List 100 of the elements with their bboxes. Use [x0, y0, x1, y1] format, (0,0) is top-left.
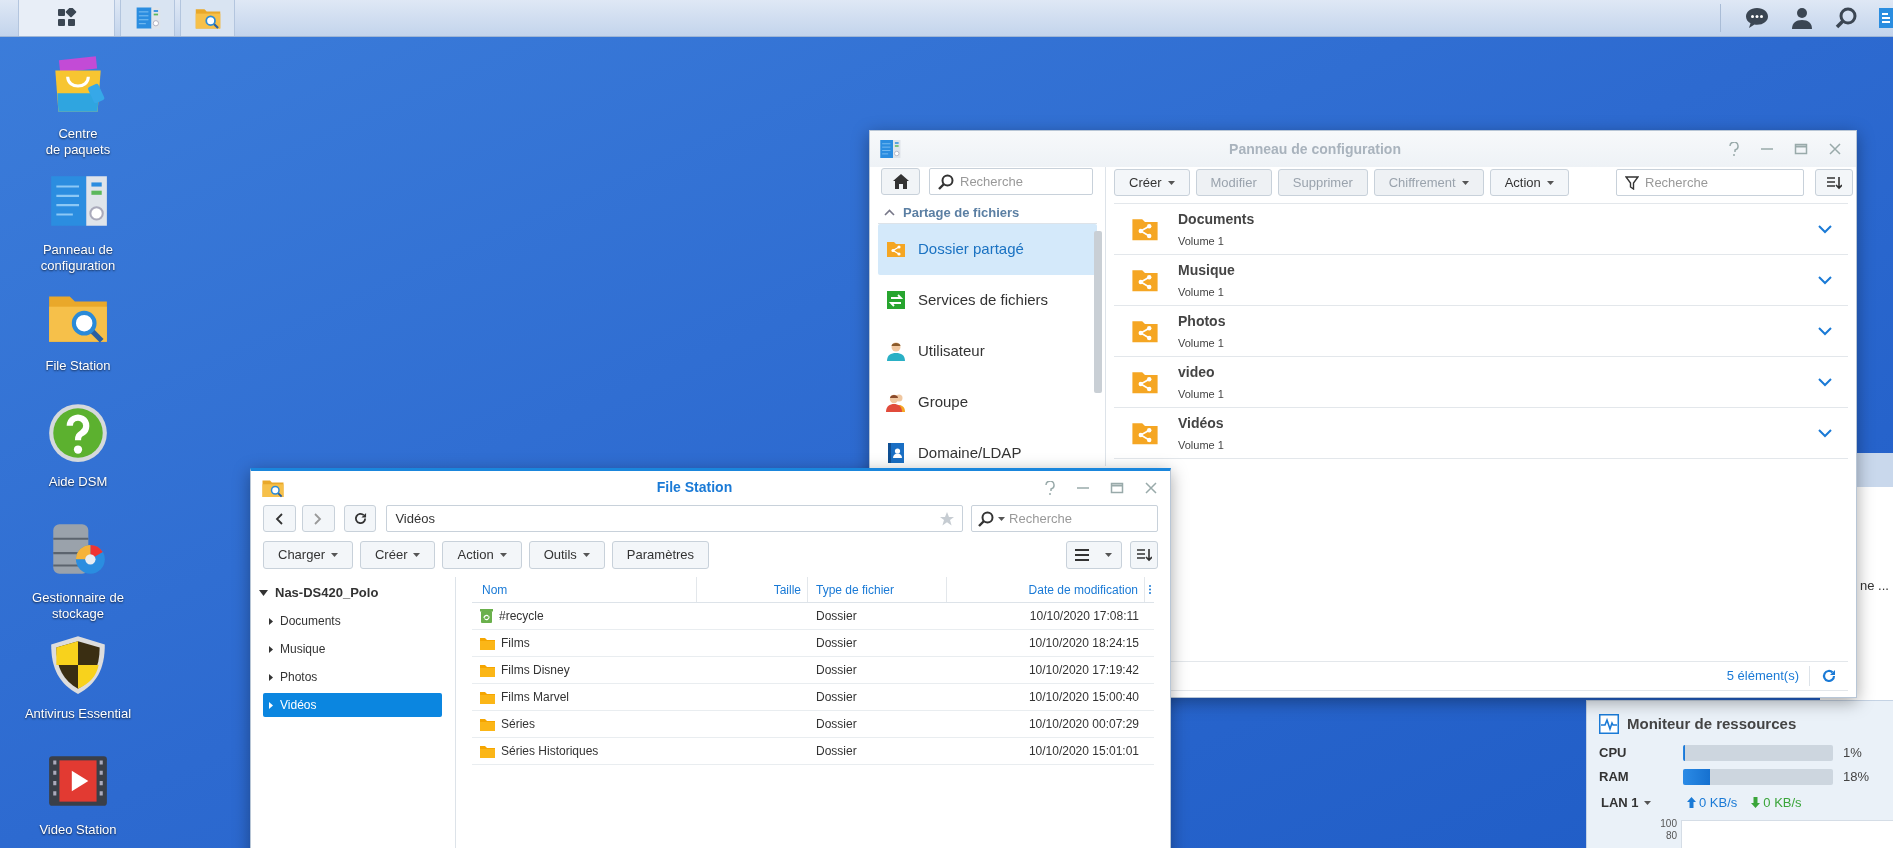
column-header[interactable]: Taille [697, 577, 808, 602]
search-icon [978, 510, 995, 527]
folder-name: Musique [1178, 260, 1236, 280]
chevron-down-icon[interactable] [1818, 275, 1832, 285]
app-label[interactable]: Panneau de configuration [40, 242, 116, 274]
list-row[interactable]: Vidéos Volume 1 [1114, 408, 1848, 459]
app-label[interactable]: Aide DSM [48, 474, 108, 490]
sort-icon [1826, 175, 1842, 190]
star-icon[interactable] [940, 511, 955, 526]
search-field[interactable]: Recherche [929, 168, 1093, 195]
toolbar-button[interactable]: Action [1489, 169, 1569, 196]
maximize-icon[interactable] [1794, 142, 1808, 156]
file-type: Dossier [816, 744, 857, 758]
percent-reading: 1% [1843, 743, 1862, 762]
home-button[interactable] [881, 168, 920, 195]
app-label[interactable]: Video Station [39, 822, 117, 838]
volume-label: Volume 1 [1178, 437, 1225, 453]
app-label[interactable]: Centre de paquets [45, 126, 111, 158]
chat-bubble-icon[interactable] [1745, 7, 1769, 29]
chevron-down-icon[interactable] [1818, 428, 1832, 438]
column-header[interactable]: Date de modification [947, 577, 1145, 602]
chevron-down-icon[interactable] [1818, 224, 1832, 234]
search-icon[interactable] [1835, 7, 1857, 29]
list-row[interactable]: Documents Volume 1 [1114, 204, 1848, 255]
network-dropdown[interactable]: LAN 1 [1599, 792, 1687, 813]
column-header[interactable]: Type de fichier [808, 577, 947, 602]
file-type: Dossier [816, 717, 857, 731]
metric-label: RAM [1599, 767, 1630, 786]
app-label[interactable]: File Station [45, 358, 111, 374]
toolbar-button[interactable]: Paramètres [611, 540, 710, 569]
taskbar-app-button[interactable] [120, 0, 175, 36]
upload-speed: 0 KB/s [1699, 793, 1738, 812]
scrollbar-thumb[interactable] [1094, 231, 1102, 393]
contact-book-icon [886, 443, 906, 463]
toolbar-button[interactable]: Créer [1114, 169, 1190, 196]
list-icon [1075, 548, 1089, 561]
tree-item[interactable]: Documents [263, 609, 442, 633]
filter-field[interactable]: Recherche [1616, 169, 1804, 196]
folder-icon [480, 663, 495, 677]
taskbar-app-button[interactable] [180, 0, 235, 36]
more-options-icon[interactable] [1148, 585, 1151, 594]
tree-item[interactable]: Nas-DS420_Polo [251, 581, 455, 605]
toolbar-button[interactable]: Charger [263, 540, 353, 569]
file-name: Séries Historiques [501, 743, 599, 760]
tree-item[interactable]: Photos [263, 665, 442, 689]
folder-icon [480, 690, 495, 704]
percent-reading: 18% [1843, 767, 1870, 786]
refresh-icon[interactable] [1822, 669, 1836, 683]
close-icon[interactable] [1144, 480, 1158, 495]
refresh-icon [353, 512, 367, 525]
forward-button[interactable] [301, 505, 335, 532]
view-mode-button[interactable] [1066, 540, 1122, 569]
id-card-icon[interactable] [1879, 8, 1893, 28]
item-count: 5 élément(s) [1726, 666, 1810, 686]
folder-icon [480, 717, 495, 731]
caret-right-icon [269, 701, 273, 709]
toolbar-button[interactable]: Créer [359, 540, 436, 569]
arrows-square-icon [886, 290, 906, 310]
search-field[interactable]: Recherche [971, 505, 1158, 532]
chevron-down-icon[interactable] [1818, 377, 1832, 387]
close-icon[interactable] [1828, 142, 1842, 156]
app-label[interactable]: Gestionnaire de stockage [32, 590, 124, 622]
folder-name: Documents [1178, 209, 1256, 229]
sort-button[interactable] [1815, 169, 1853, 196]
section-header[interactable]: Partage de fichiers [878, 203, 1097, 224]
filter-input[interactable]: Recherche [1645, 172, 1795, 193]
tree-item[interactable]: Vidéos [263, 693, 442, 717]
caret-icon [998, 516, 1006, 521]
window-title: File Station [655, 478, 734, 497]
toolbar-button[interactable]: Outils [528, 540, 605, 569]
toolbar-button[interactable]: Action [442, 540, 522, 569]
app-label[interactable]: Antivirus Essential [24, 706, 132, 722]
refresh-button[interactable] [343, 505, 377, 532]
file-type: Dossier [816, 663, 857, 677]
home-icon [892, 174, 909, 189]
column-header[interactable]: Nom [472, 577, 697, 602]
maximize-icon[interactable] [1110, 480, 1124, 495]
search-input[interactable]: Recherche [960, 171, 1084, 192]
help-icon[interactable] [1728, 142, 1740, 156]
list-row[interactable]: video Volume 1 [1114, 357, 1848, 408]
search-input[interactable]: Recherche [1009, 508, 1151, 529]
tree-item[interactable]: Musique [263, 637, 442, 661]
back-button[interactable] [263, 505, 296, 532]
metric-label: CPU [1599, 743, 1628, 762]
path-field[interactable]: Vidéos [386, 505, 964, 532]
chevron-down-icon[interactable] [1818, 326, 1832, 336]
user-icon[interactable] [1791, 7, 1813, 29]
file-type: Dossier [816, 690, 857, 704]
list-row[interactable]: Photos Volume 1 [1114, 306, 1848, 357]
list-row[interactable]: Musique Volume 1 [1114, 255, 1848, 306]
chevron-right-icon [314, 512, 323, 525]
help-icon[interactable] [1044, 480, 1056, 495]
sort-button[interactable] [1130, 540, 1158, 569]
down-arrow-icon [1751, 797, 1761, 808]
sidebar-item[interactable]: Dossier partagé [878, 223, 1097, 275]
up-arrow-icon [1687, 797, 1696, 808]
path-input[interactable]: Vidéos [395, 508, 941, 529]
file-name: Films Disney [501, 662, 570, 679]
main-menu-button[interactable] [18, 0, 115, 36]
widget-title: Moniteur de ressources [1627, 714, 1797, 734]
